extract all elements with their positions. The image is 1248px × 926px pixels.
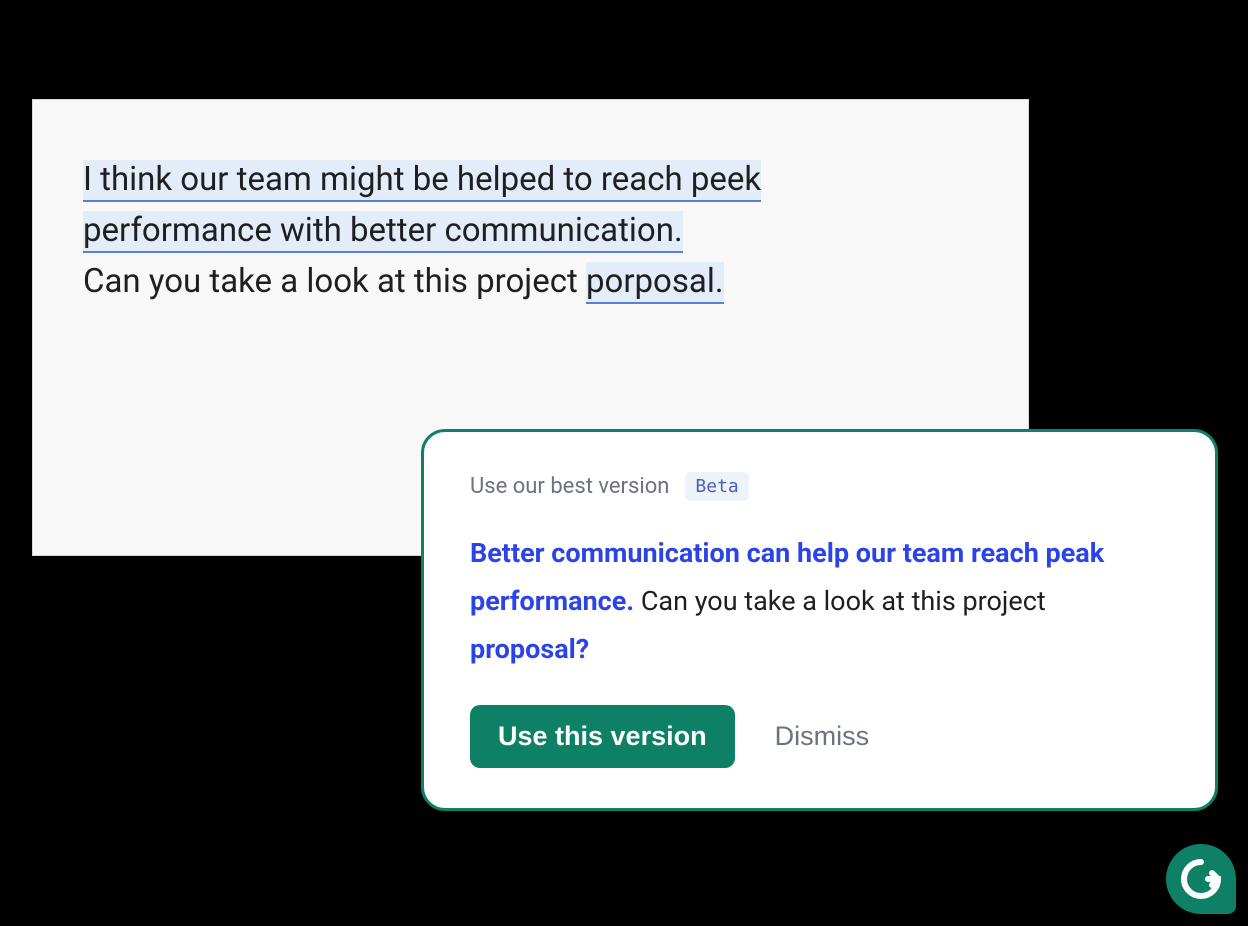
suggestion-header-title: Use our best version [470,474,669,499]
suggestion-rewrite-part-2: proposal? [470,633,589,665]
highlighted-text-line-1: I think our team might be helped to reac… [83,160,761,202]
grammarly-logo-shape [1166,844,1236,914]
suggestion-card-header: Use our best version Beta [470,472,1169,501]
plain-text-prefix: Can you take a look at this project [83,262,586,301]
highlighted-text-line-2: performance with better communication. [83,211,683,253]
grammarly-logo-badge[interactable] [1166,844,1236,914]
suggestion-card: Use our best version Beta Better communi… [421,429,1218,811]
suggestion-plain-middle: Can you take a look at this project [634,585,1046,617]
use-this-version-button[interactable]: Use this version [470,705,735,768]
dismiss-button[interactable]: Dismiss [775,721,870,752]
highlighted-error-word: porposal. [586,262,724,304]
beta-badge: Beta [685,472,748,501]
editor-text-content[interactable]: I think our team might be helped to reac… [83,154,978,307]
suggestion-body-text: Better communication can help our team r… [470,529,1169,673]
suggestion-card-actions: Use this version Dismiss [470,705,1169,768]
grammarly-g-icon [1178,856,1224,902]
